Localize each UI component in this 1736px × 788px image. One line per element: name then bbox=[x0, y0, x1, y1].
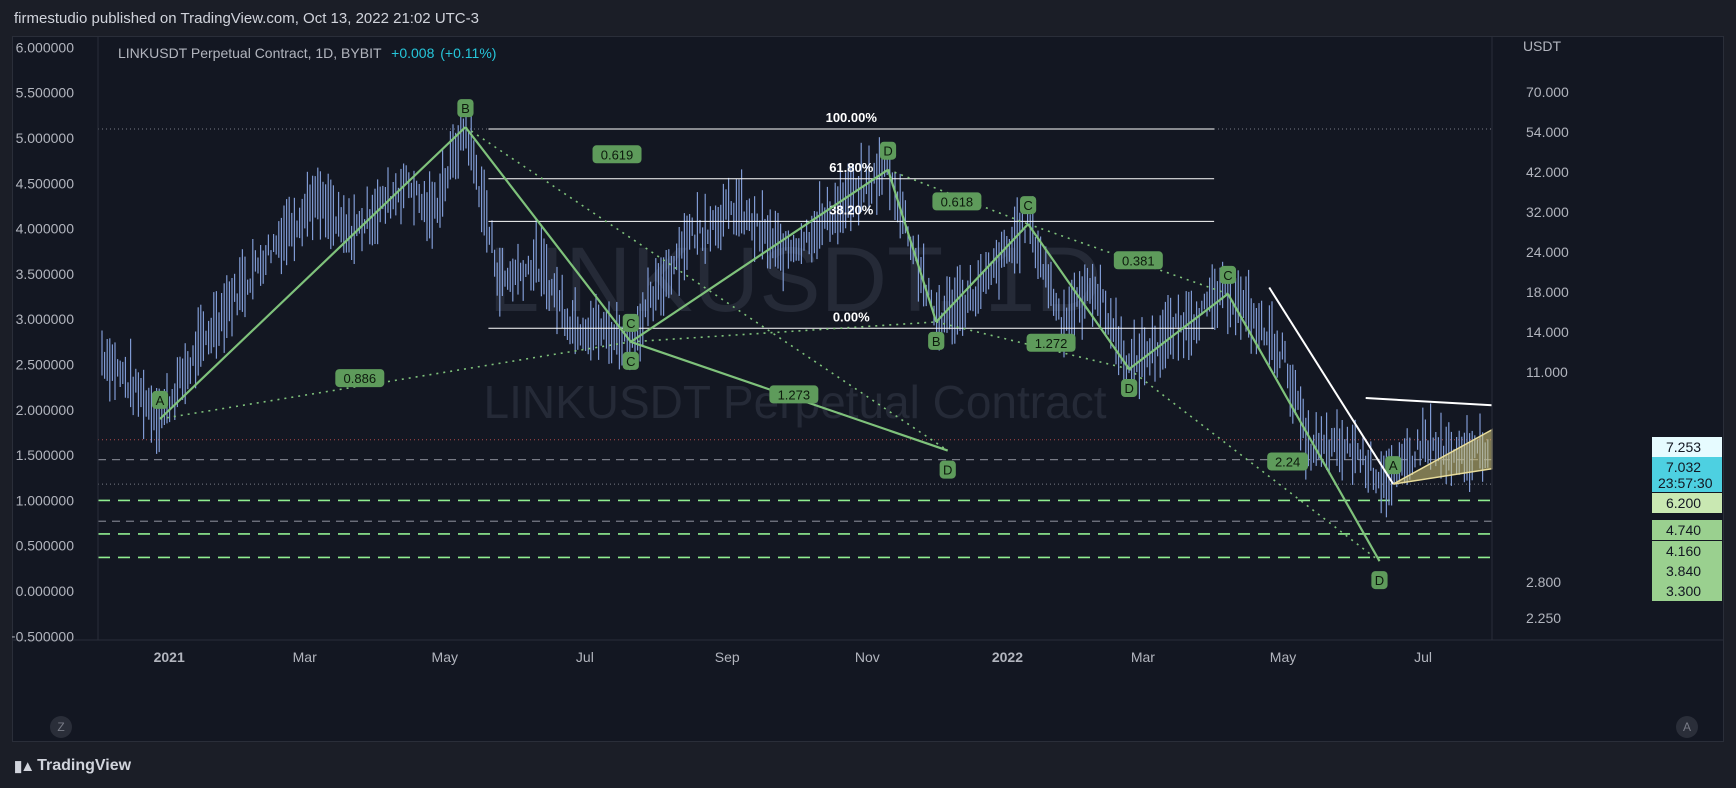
pattern-point-label: C bbox=[626, 316, 635, 331]
wedge-projection[interactable] bbox=[1392, 428, 1493, 485]
fib-level-label: 61.80% bbox=[829, 160, 874, 175]
fib-level-label: 0.00% bbox=[833, 309, 870, 324]
right-axis-tick: 18.000 bbox=[1526, 284, 1569, 300]
left-axis-tick: 5.000000 bbox=[16, 130, 75, 146]
price-tag-level: 3.840 bbox=[1652, 561, 1722, 581]
right-axis-tick: 42.000 bbox=[1526, 164, 1569, 180]
pattern-ratio-label: 1.273 bbox=[778, 387, 811, 402]
auto-scale-button[interactable]: A bbox=[1676, 716, 1698, 738]
symbol-name: LINKUSDT Perpetual Contract, 1D, BYBIT bbox=[118, 45, 382, 61]
time-axis-tick: May bbox=[1270, 649, 1296, 665]
time-axis-tick: Nov bbox=[855, 649, 880, 665]
time-axis-tick: 2021 bbox=[154, 649, 185, 665]
tradingview-logo-icon: ▮▲ bbox=[14, 758, 35, 775]
pattern-point-label: D bbox=[1124, 381, 1133, 396]
left-axis-tick: −0.500000 bbox=[12, 628, 74, 644]
pattern-point-label: C bbox=[1023, 198, 1032, 213]
right-axis-tick: 2.250 bbox=[1526, 610, 1561, 626]
left-axis-tick: 1.500000 bbox=[16, 447, 75, 463]
time-axis-tick: May bbox=[432, 649, 458, 665]
right-axis-tick: 32.000 bbox=[1526, 204, 1569, 220]
right-axis-tick: 24.000 bbox=[1526, 244, 1569, 260]
left-axis-tick: 6.000000 bbox=[16, 39, 75, 55]
brand-label: TradingView bbox=[37, 757, 132, 774]
left-axis-tick: 4.500000 bbox=[16, 175, 75, 191]
pattern-ratio-label: 0.381 bbox=[1122, 253, 1155, 268]
fib-level-label: 100.00% bbox=[826, 110, 878, 125]
left-axis-tick: 2.500000 bbox=[16, 357, 75, 373]
resistance-line[interactable] bbox=[1365, 397, 1493, 407]
pattern-leg[interactable] bbox=[159, 126, 467, 420]
price-tag-level: 4.740 bbox=[1652, 520, 1722, 540]
right-price-axis[interactable]: USDT 70.000 54.000 42.000 32.000 24.000 18.000… bbox=[1523, 38, 1569, 626]
right-axis-tick: 14.000 bbox=[1526, 324, 1569, 340]
right-axis-tick: 70.000 bbox=[1526, 84, 1569, 100]
pattern-point-label: B bbox=[932, 334, 941, 349]
time-axis[interactable]: 2021 Mar May Jul Sep Nov 2022 Mar May Jul bbox=[154, 649, 1432, 665]
timezone-button[interactable]: Z bbox=[50, 716, 72, 738]
pattern-ratio-label: 2.24 bbox=[1275, 454, 1300, 469]
left-axis-tick: 4.000000 bbox=[16, 221, 75, 237]
left-axis-tick: 3.000000 bbox=[16, 311, 75, 327]
pattern-point-label: A bbox=[1389, 458, 1398, 473]
pattern-ratio-label: 0.619 bbox=[601, 147, 634, 162]
left-axis-tick: 2.000000 bbox=[16, 402, 75, 418]
price-tag-level: 4.160 bbox=[1652, 541, 1722, 561]
symbol-info: LINKUSDT Perpetual Contract, 1D, BYBIT +… bbox=[118, 45, 496, 61]
left-axis-tick: 5.500000 bbox=[16, 85, 75, 101]
pattern-point-label: D bbox=[883, 144, 892, 159]
left-axis-tick: 0.000000 bbox=[16, 583, 75, 599]
right-axis-tick: 11.000 bbox=[1526, 364, 1568, 380]
publisher-caption: firmestudio published on TradingView.com… bbox=[14, 10, 479, 27]
chart-canvas[interactable]: LINKUSDT, 1DLINKUSDT Perpetual Contract … bbox=[12, 36, 1724, 742]
left-price-axis[interactable]: 6.000000 5.500000 5.000000 4.500000 4.000000… bbox=[12, 36, 1724, 644]
time-axis-tick: 2022 bbox=[992, 649, 1023, 665]
right-axis-unit: USDT bbox=[1523, 38, 1562, 54]
footer-brand[interactable]: ▮▲ TradingView bbox=[14, 757, 131, 775]
right-axis-tick: 2.800 bbox=[1526, 574, 1561, 590]
symbol-change-pct: (+0.11%) bbox=[440, 45, 497, 61]
price-tag-countdown: 23:57:30 bbox=[1652, 474, 1722, 492]
top-bar: firmestudio published on TradingView.com… bbox=[0, 0, 1736, 36]
pattern-point-label: B bbox=[461, 101, 470, 116]
left-axis-tick: 0.500000 bbox=[16, 538, 75, 554]
time-axis-tick: Sep bbox=[715, 649, 740, 665]
symbol-change: +0.008 bbox=[391, 45, 435, 61]
harmonic-patterns[interactable]: A B C D 0.886 1.273 C D B C D C D 0.619 0.618 0.381 1.27… bbox=[151, 99, 1402, 590]
time-axis-tick: Jul bbox=[576, 649, 594, 665]
time-axis-tick: Mar bbox=[1131, 649, 1155, 665]
pattern-point-label: A bbox=[156, 393, 165, 408]
pattern-point-label: C bbox=[626, 354, 635, 369]
price-tag-level: 3.300 bbox=[1652, 581, 1722, 601]
pattern-point-label: D bbox=[1375, 573, 1384, 588]
pattern-ratio-label: 1.272 bbox=[1035, 336, 1068, 351]
right-axis-tick: 54.000 bbox=[1526, 124, 1569, 140]
pattern-ratio-label: 0.886 bbox=[344, 371, 377, 386]
time-axis-tick: Jul bbox=[1414, 649, 1432, 665]
price-tag-level: 6.200 bbox=[1652, 493, 1722, 513]
pattern-point-label: D bbox=[943, 463, 952, 478]
time-axis-tick: Mar bbox=[293, 649, 317, 665]
price-tag-high: 7.253 bbox=[1652, 437, 1722, 457]
left-axis-tick: 3.500000 bbox=[16, 266, 75, 282]
pattern-point-label: C bbox=[1223, 268, 1232, 283]
pattern-ratio-label: 0.618 bbox=[941, 194, 974, 209]
left-axis-tick: 1.000000 bbox=[16, 492, 75, 508]
